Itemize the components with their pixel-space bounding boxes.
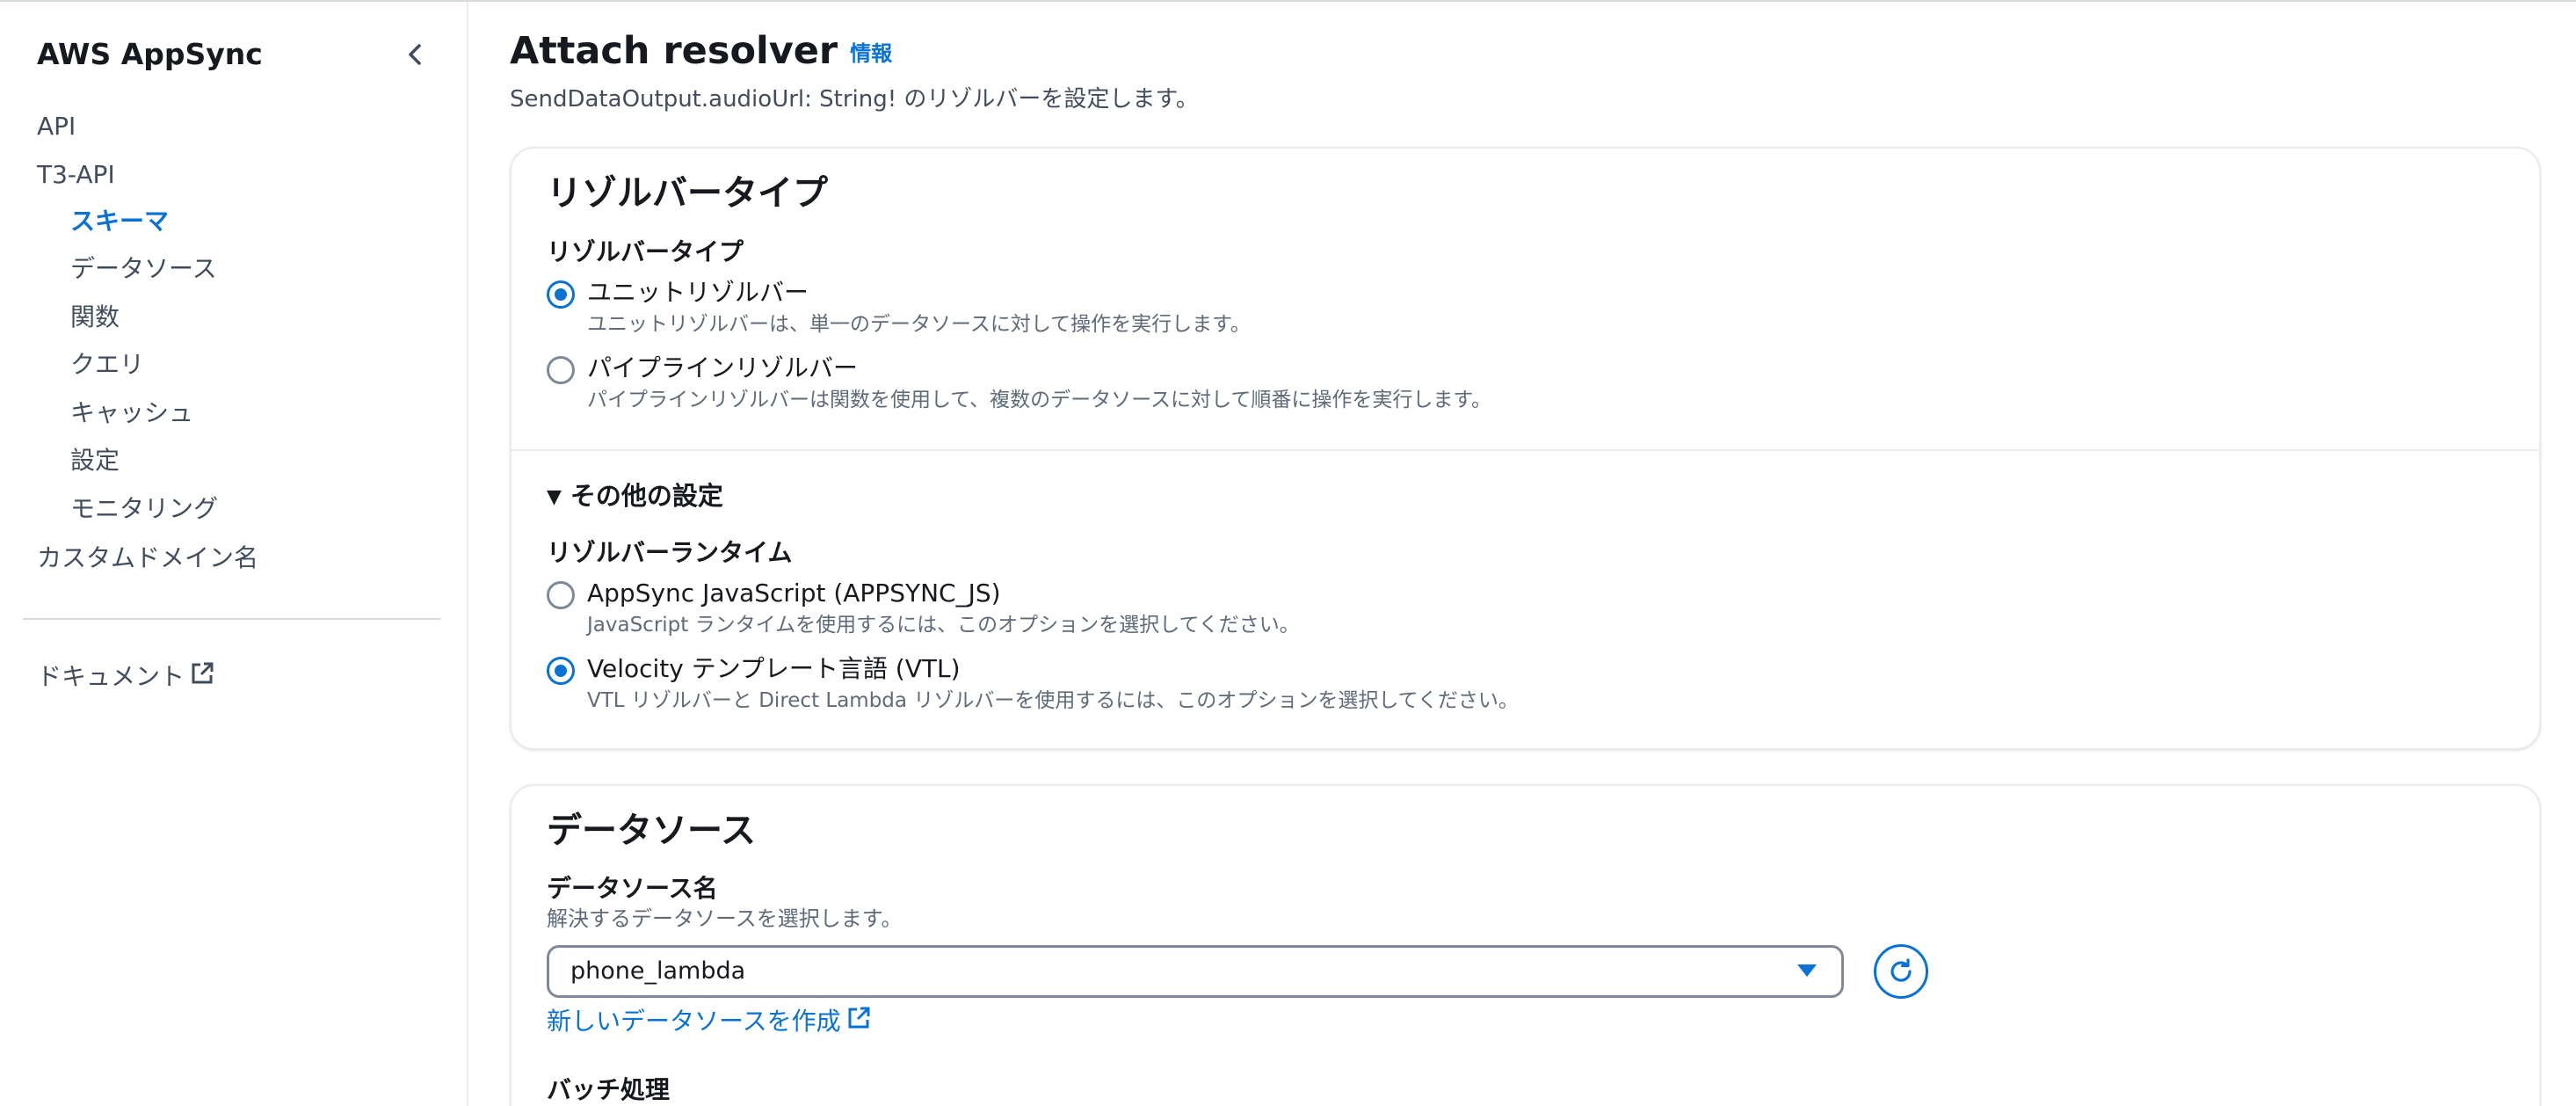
resolver-type-panel: リゾルバータイプ リゾルバータイプ ユニットリゾルバー ユニットリゾルバーは、単…: [510, 147, 2541, 750]
pipeline-resolver-radio[interactable]: [547, 356, 575, 384]
data-source-panel: データソース データソース名 解決するデータソースを選択します。 phone_l…: [510, 784, 2541, 1106]
appsync-js-description: JavaScript ランタイムを使用するには、このオプションを選択してください…: [587, 614, 1300, 637]
vtl-label: Velocity テンプレート言語 (VTL): [587, 654, 961, 683]
page-title-text: Attach resolver: [510, 29, 838, 73]
refresh-button[interactable]: [1874, 944, 1928, 999]
sidebar-title[interactable]: AWS AppSync: [37, 37, 263, 71]
unit-resolver-label: ユニットリゾルバー: [587, 278, 809, 307]
sidebar-item-api[interactable]: API: [37, 109, 76, 144]
external-link-icon: [846, 1005, 871, 1040]
appsync-js-radio[interactable]: [547, 581, 575, 609]
sidebar-item-schema[interactable]: スキーマ: [70, 204, 169, 239]
vtl-option[interactable]: Velocity テンプレート言語 (VTL) VTL リゾルバーと Direc…: [547, 651, 2129, 722]
resolver-runtime-label: リゾルバーランタイム: [547, 538, 793, 567]
other-settings-toggle[interactable]: ▼ その他の設定: [547, 478, 723, 515]
create-data-source-label: 新しいデータソースを作成: [547, 1007, 841, 1036]
info-link[interactable]: 情報: [850, 41, 892, 66]
unit-resolver-option[interactable]: ユニットリゾルバー ユニットリゾルバーは、単一のデータソースに対して操作を実行し…: [547, 275, 2129, 346]
sidebar-item-monitoring[interactable]: モニタリング: [70, 491, 218, 527]
vtl-description: VTL リゾルバーと Direct Lambda リゾルバーを使用するには、この…: [587, 689, 1519, 712]
sidebar-item-documentation[interactable]: ドキュメント: [37, 659, 214, 695]
sidebar-header: AWS AppSync: [37, 35, 432, 74]
section-divider: [512, 449, 2539, 451]
refresh-icon: [1890, 958, 1912, 982]
unit-resolver-description: ユニットリゾルバーは、単一のデータソースに対して操作を実行します。: [587, 313, 1251, 336]
sidebar-item-t3-api[interactable]: T3-API: [37, 157, 115, 193]
data-source-hint: 解決するデータソースを選択します。: [547, 906, 903, 931]
data-source-heading: データソース: [547, 811, 756, 851]
appsync-js-label: AppSync JavaScript (APPSYNC_JS): [587, 578, 1001, 608]
pipeline-resolver-label: パイプラインリゾルバー: [587, 353, 859, 382]
sidebar-item-custom-domain[interactable]: カスタムドメイン名: [37, 541, 258, 576]
dropdown-arrow-icon: [1797, 964, 1817, 977]
documentation-label: ドキュメント: [37, 662, 185, 691]
data-source-name-label: データソース名: [547, 874, 718, 903]
caret-down-icon: ▼: [547, 486, 562, 508]
external-link-icon: [190, 660, 214, 695]
data-source-select[interactable]: phone_lambda: [547, 945, 1844, 998]
unit-resolver-radio[interactable]: [547, 280, 575, 309]
collapse-sidebar-icon[interactable]: [400, 39, 432, 70]
vtl-radio[interactable]: [547, 657, 575, 685]
sidebar-item-functions[interactable]: 関数: [70, 300, 120, 335]
create-data-source-link[interactable]: 新しいデータソースを作成: [547, 1004, 871, 1040]
resolver-type-heading: リゾルバータイプ: [547, 173, 828, 214]
appsync-js-option[interactable]: AppSync JavaScript (APPSYNC_JS) JavaScri…: [547, 576, 2129, 646]
sidebar-divider: [23, 618, 440, 620]
batching-label: バッチ処理: [547, 1075, 671, 1104]
pipeline-resolver-description: パイプラインリゾルバーは関数を使用して、複数のデータソースに対して順番に操作を実…: [587, 389, 1492, 411]
pipeline-resolver-option[interactable]: パイプラインリゾルバー パイプラインリゾルバーは関数を使用して、複数のデータソー…: [547, 351, 2129, 421]
resolver-type-label: リゾルバータイプ: [547, 237, 744, 266]
sidebar-item-settings[interactable]: 設定: [70, 443, 120, 478]
sidebar-item-data-sources[interactable]: データソース: [70, 251, 217, 287]
page-description: SendDataOutput.audioUrl: String! のリゾルバーを…: [510, 86, 1199, 113]
sidebar-item-queries[interactable]: クエリ: [70, 347, 144, 382]
other-settings-label: その他の設定: [570, 481, 723, 511]
side-navigation: AWS AppSync API T3-API スキーマ データソース 関数 クエ…: [0, 2, 468, 1106]
data-source-selected-value: phone_lambda: [570, 957, 746, 985]
page-title: Attach resolver 情報: [510, 26, 892, 78]
sidebar-item-caching[interactable]: キャッシュ: [70, 396, 193, 431]
